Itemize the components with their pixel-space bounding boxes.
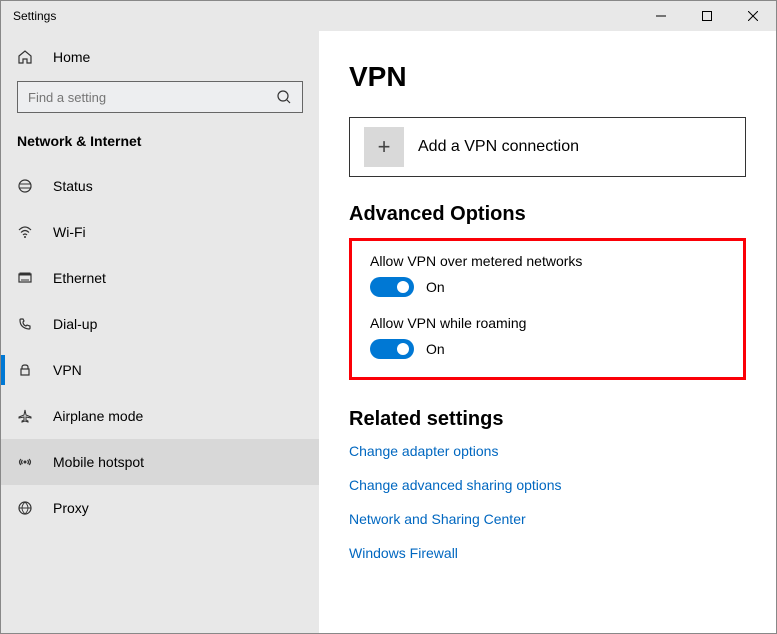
home-button[interactable]: Home <box>1 39 319 75</box>
search-icon <box>276 89 292 105</box>
link-advanced-sharing[interactable]: Change advanced sharing options <box>349 477 746 493</box>
proxy-icon <box>17 500 37 516</box>
airplane-icon <box>17 408 37 424</box>
window-title: Settings <box>1 9 638 23</box>
sidebar-item-proxy[interactable]: Proxy <box>1 485 319 531</box>
dialup-icon <box>17 316 37 332</box>
advanced-options-heading: Advanced Options <box>349 203 746 226</box>
link-windows-firewall[interactable]: Windows Firewall <box>349 545 746 561</box>
highlight-box: Allow VPN over metered networks On Allow… <box>349 238 746 380</box>
sidebar-item-airplane[interactable]: Airplane mode <box>1 393 319 439</box>
sidebar-item-label: Proxy <box>53 500 89 516</box>
window-minimize-button[interactable] <box>638 1 684 31</box>
sidebar-item-label: Mobile hotspot <box>53 454 144 470</box>
link-adapter-options[interactable]: Change adapter options <box>349 443 746 459</box>
window-maximize-button[interactable] <box>684 1 730 31</box>
sidebar-item-ethernet[interactable]: Ethernet <box>1 255 319 301</box>
metered-state: On <box>426 279 445 295</box>
sidebar-item-label: Dial-up <box>53 316 97 332</box>
sidebar-item-label: Airplane mode <box>53 408 143 424</box>
search-field[interactable] <box>28 90 276 105</box>
sidebar-item-wifi[interactable]: Wi-Fi <box>1 209 319 255</box>
sidebar-item-label: VPN <box>53 362 82 378</box>
sidebar-item-label: Status <box>53 178 93 194</box>
roaming-label: Allow VPN while roaming <box>370 315 725 331</box>
link-network-sharing-center[interactable]: Network and Sharing Center <box>349 511 746 527</box>
sidebar-item-label: Ethernet <box>53 270 106 286</box>
home-label: Home <box>53 49 90 65</box>
sidebar-nav: Status Wi-Fi Ethernet Dial-up VPN <box>1 163 319 531</box>
sidebar-item-vpn[interactable]: VPN <box>1 347 319 393</box>
add-vpn-connection-button[interactable]: + Add a VPN connection <box>349 117 746 177</box>
metered-label: Allow VPN over metered networks <box>370 253 725 269</box>
related-settings-heading: Related settings <box>349 408 746 431</box>
vpn-icon <box>17 362 37 378</box>
search-input[interactable] <box>17 81 303 113</box>
window-titlebar: Settings <box>1 1 776 31</box>
metered-toggle[interactable] <box>370 277 414 297</box>
window-close-button[interactable] <box>730 1 776 31</box>
roaming-state: On <box>426 341 445 357</box>
sidebar-item-dialup[interactable]: Dial-up <box>1 301 319 347</box>
plus-icon: + <box>364 127 404 167</box>
roaming-toggle[interactable] <box>370 339 414 359</box>
sidebar-item-label: Wi-Fi <box>53 224 86 240</box>
sidebar-section-label: Network & Internet <box>1 123 319 163</box>
wifi-icon <box>17 224 37 240</box>
sidebar-item-status[interactable]: Status <box>1 163 319 209</box>
home-icon <box>17 49 37 65</box>
status-icon <box>17 178 37 194</box>
ethernet-icon <box>17 270 37 286</box>
sidebar-item-hotspot[interactable]: Mobile hotspot <box>1 439 319 485</box>
main-content: VPN + Add a VPN connection Advanced Opti… <box>319 31 776 633</box>
add-vpn-label: Add a VPN connection <box>418 138 579 156</box>
page-title: VPN <box>349 61 746 93</box>
hotspot-icon <box>17 454 37 470</box>
sidebar: Home Network & Internet Status <box>1 31 319 633</box>
